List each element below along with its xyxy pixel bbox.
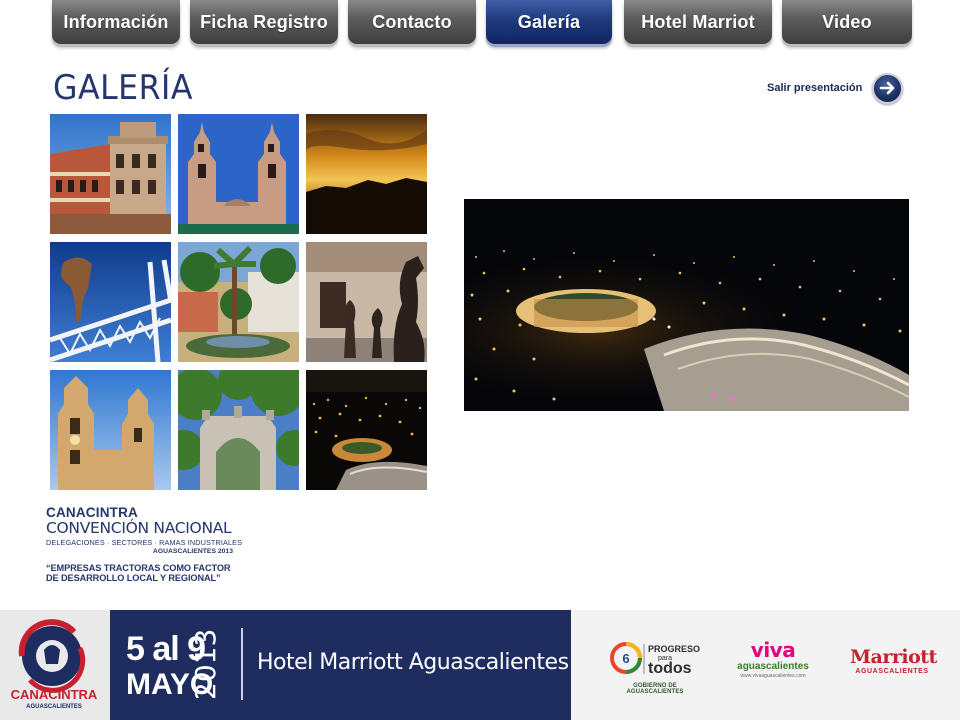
tab-galeria[interactable]: Galería xyxy=(486,0,612,44)
gallery-preview-image xyxy=(464,199,909,411)
event-name: CONVENCIÓN NACIONAL xyxy=(46,519,232,537)
arrow-right-icon[interactable] xyxy=(872,72,904,104)
event-year: 2013 xyxy=(189,628,222,700)
gallery-thumbnail[interactable] xyxy=(178,114,299,234)
tab-hotel-marriot[interactable]: Hotel Marriot xyxy=(624,0,772,44)
gallery-thumbnail[interactable] xyxy=(306,114,427,234)
event-location: AGUASCALIENTES 2013 xyxy=(152,548,233,555)
exit-presentation-link[interactable]: Salir presentación xyxy=(767,72,904,104)
event-slogan-line2: DE DESARROLLO LOCAL Y REGIONAL” xyxy=(46,573,221,583)
tab-ficha-registro[interactable]: Ficha Registro xyxy=(190,0,338,44)
svg-text:6: 6 xyxy=(622,651,629,666)
sponsor-marriott[interactable]: Marriott AGUASCALIENTES xyxy=(850,640,937,675)
canacintra-logo: CANACINTRA AGUASCALIENTES xyxy=(0,610,110,720)
event-logo: CANACINTRA CONVENCIÓN NACIONAL DELEGACIO… xyxy=(46,505,246,583)
canacintra-emblem-icon: CANACINTRA AGUASCALIENTES xyxy=(11,619,98,710)
marriott-wordmark: Marriott xyxy=(850,646,937,668)
event-banner: 5 al 9 MAYO 2013 Hotel Marriott Aguascal… xyxy=(110,610,571,720)
exit-presentation-label: Salir presentación xyxy=(767,82,863,94)
footer-logo-name: CANACINTRA xyxy=(11,687,98,702)
viva-sub: aguascalientes xyxy=(737,661,809,672)
gallery-thumbnail[interactable] xyxy=(50,114,171,234)
viva-wordmark: viva xyxy=(750,638,796,662)
progreso-caption: GOBIERNO DE AGUASCALIENTES xyxy=(626,683,684,695)
page-title: GALERÍA xyxy=(53,68,193,108)
gallery-thumbnail[interactable] xyxy=(50,370,171,490)
gallery-thumbnail[interactable] xyxy=(306,242,427,362)
sponsor-progreso-para-todos[interactable]: 6 PROGRESO para todos GOBIERNO DE AGUASC… xyxy=(610,640,700,695)
footer-logo-sub: AGUASCALIENTES xyxy=(26,704,82,710)
event-slogan-line1: “EMPRESAS TRACTORAS COMO FACTOR xyxy=(46,563,231,573)
progreso-line3: todos xyxy=(648,660,692,677)
gallery-thumbnail[interactable] xyxy=(306,370,427,490)
tab-contacto[interactable]: Contacto xyxy=(348,0,476,44)
event-subtitle: DELEGACIONES · SECTORES · RAMAS INDUSTRI… xyxy=(46,538,243,547)
event-venue: Hotel Marriott Aguascalientes xyxy=(257,650,569,675)
progreso-line1: PROGRESO xyxy=(648,644,700,654)
banner-divider xyxy=(241,628,243,700)
sponsor-viva-aguascalientes[interactable]: viva aguascalientes www.vivaaguascalient… xyxy=(732,640,814,679)
event-organization: CANACINTRA xyxy=(46,505,138,520)
gallery-thumbnail[interactable] xyxy=(178,242,299,362)
tab-informacion[interactable]: Información xyxy=(52,0,180,44)
viva-url: www.vivaaguascalientes.com xyxy=(740,673,806,679)
tab-video[interactable]: Video xyxy=(782,0,912,44)
gallery-thumbnail[interactable] xyxy=(50,242,171,362)
marriott-sub: AGUASCALIENTES xyxy=(855,668,929,675)
gallery-thumbnail[interactable] xyxy=(178,370,299,490)
